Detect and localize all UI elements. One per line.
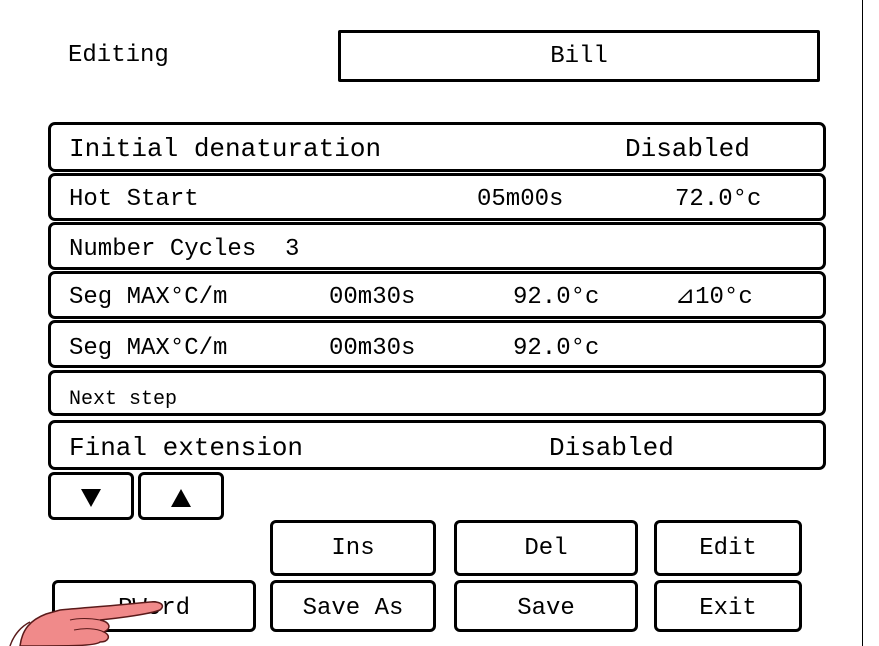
step-row-final-extension[interactable]: Final extension Disabled (48, 420, 826, 470)
scroll-up-button[interactable] (138, 472, 224, 520)
cycles-text: Number Cycles 3 (69, 236, 300, 263)
step-name: Hot Start (69, 186, 199, 213)
step-status: Disabled (549, 433, 674, 463)
step-row-number-cycles[interactable]: Number Cycles 3 (48, 222, 826, 270)
step-row-hot-start[interactable]: Hot Start 05m00s 72.0°c (48, 173, 826, 221)
exit-button[interactable]: Exit (654, 580, 802, 632)
segment-rate: Seg MAX°C/m (69, 284, 228, 311)
editing-label: Editing (68, 42, 169, 69)
step-temperature: 72.0°c (675, 186, 762, 213)
step-row-segment-1[interactable]: Seg MAX°C/m 00m30s 92.0°c ⊿10°c (48, 271, 826, 319)
segment-time: 00m30s (329, 284, 416, 311)
program-name-value: Bill (550, 43, 608, 70)
pointing-hand-icon (9, 601, 164, 646)
step-name: Final extension (69, 433, 304, 463)
segment-time: 00m30s (329, 335, 416, 362)
step-name: Initial denaturation (69, 134, 382, 164)
edit-button[interactable]: Edit (654, 520, 802, 576)
program-name-field[interactable]: Bill (338, 30, 820, 82)
step-row-next-step[interactable]: Next step (48, 370, 826, 416)
triangle-down-icon (81, 489, 101, 507)
step-row-initial-denaturation[interactable]: Initial denaturation Disabled (48, 122, 826, 172)
segment-delta: ⊿10°c (675, 284, 753, 311)
delete-button[interactable]: Del (454, 520, 638, 576)
step-time: 05m00s (477, 186, 564, 213)
step-row-segment-2[interactable]: Seg MAX°C/m 00m30s 92.0°c (48, 320, 826, 368)
segment-rate: Seg MAX°C/m (69, 335, 228, 362)
triangle-up-icon (171, 489, 191, 507)
segment-temperature: 92.0°c (513, 284, 600, 311)
next-step-text: Next step (69, 388, 178, 411)
insert-button[interactable]: Ins (270, 520, 436, 576)
scroll-down-button[interactable] (48, 472, 134, 520)
save-button[interactable]: Save (454, 580, 638, 632)
screen-border (862, 0, 863, 646)
step-status: Disabled (625, 134, 750, 164)
segment-temperature: 92.0°c (513, 335, 600, 362)
save-as-button[interactable]: Save As (270, 580, 436, 632)
